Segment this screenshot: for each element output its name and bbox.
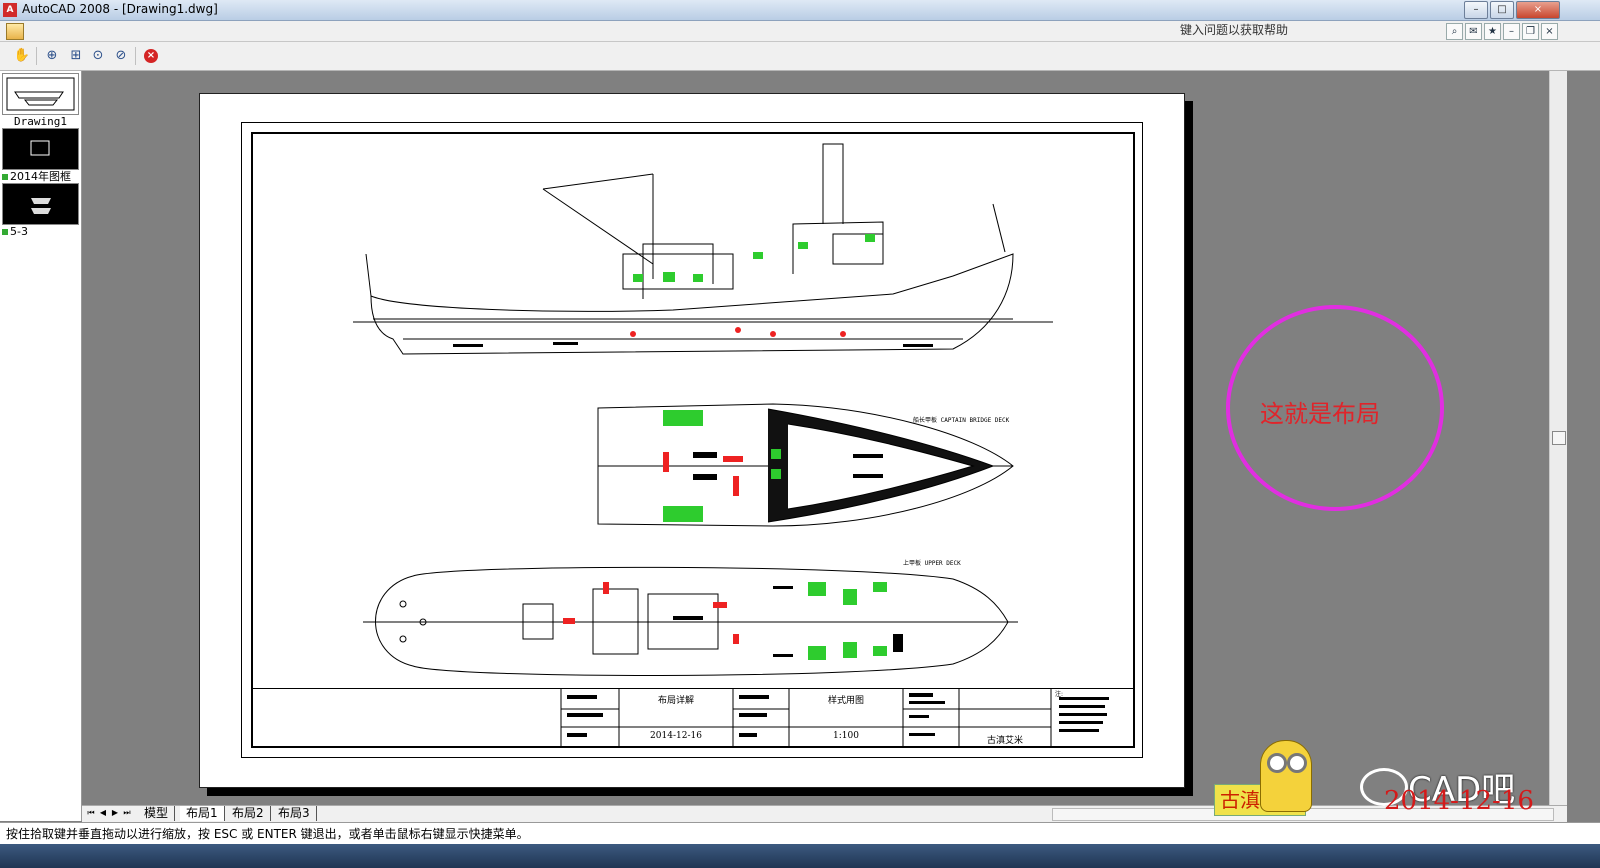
frame-thumbnail-icon	[30, 140, 50, 156]
pan-icon[interactable]: ✋	[12, 46, 32, 66]
toolbar-separator	[36, 47, 37, 65]
thumbnail-5-3[interactable]: 5-3	[2, 183, 79, 238]
minion-mascot-icon	[1260, 740, 1312, 812]
document-icon[interactable]	[6, 23, 24, 40]
title-block-sample-drawing: 样式用图	[827, 696, 864, 706]
doc-minimize-icon[interactable]: –	[1503, 23, 1520, 40]
ship-thumbnail-icon	[31, 198, 51, 214]
zoom-realtime-icon[interactable]: ⊕	[42, 46, 62, 66]
title-block: 布局详解 样式用图 2014-12-16 1:100 古滇艾米 注:	[253, 688, 1133, 747]
title-block-note-header: 注:	[1055, 691, 1064, 698]
toolbar: ✋ ⊕ ⊞ ⊙ ⊘ ×	[0, 42, 1600, 71]
tab-last-icon[interactable]: ⏭	[122, 807, 132, 819]
thumbnail-drawing1[interactable]: Drawing1	[2, 73, 79, 128]
title-block-scale: 1:100	[833, 731, 859, 741]
watermark-logo: 古滇艾米 CAD吧 2014-12-16	[1212, 740, 1542, 820]
doc-restore-icon[interactable]: ❐	[1522, 23, 1539, 40]
layout-paper-sheet[interactable]: 船长甲板 CAPTAIN BRIDGE DECK 上甲板 UPPER DECK …	[199, 93, 1185, 788]
thumbnail-image	[2, 73, 79, 115]
tab-layout3[interactable]: 布局3	[272, 806, 317, 821]
thumbnail-label: 2014年图框	[2, 170, 79, 183]
layout-thumbnails-panel: Drawing1 2014年图框 5-3	[0, 71, 82, 821]
doc-close-icon[interactable]: ×	[1541, 23, 1558, 40]
thumbnail-2014-frame[interactable]: 2014年图框	[2, 128, 79, 183]
maximize-button[interactable]: □	[1490, 1, 1514, 19]
title-bar: A AutoCAD 2008 - [Drawing1.dwg] – □ ×	[0, 0, 1600, 21]
vertical-scroll-thumb[interactable]	[1552, 431, 1566, 445]
layout-status-icon	[2, 174, 8, 180]
title-block-date: 2014-12-16	[650, 731, 702, 741]
communication-center-icon[interactable]: ✉	[1465, 23, 1482, 40]
minimize-button[interactable]: –	[1464, 1, 1488, 19]
thumbnail-image	[2, 183, 79, 225]
help-icons: ⌕ ✉ ★ – ❐ ×	[1444, 23, 1558, 40]
upper-deck-plan	[363, 566, 1018, 676]
tab-model[interactable]: 模型	[138, 806, 176, 821]
layout-status-icon	[2, 229, 8, 235]
zoom-window-icon[interactable]: ⊞	[66, 46, 86, 66]
mascot-eye-icon	[1267, 753, 1287, 773]
vertical-scrollbar[interactable]	[1549, 71, 1567, 805]
windows-taskbar	[0, 844, 1600, 868]
autocad-app-icon[interactable]: A	[3, 3, 17, 17]
search-icon[interactable]: ⌕	[1446, 23, 1463, 40]
toolbar-separator	[135, 47, 136, 65]
title-block-layout-detail: 布局详解	[657, 696, 694, 706]
zoom-extents-icon[interactable]: ⊙	[88, 46, 108, 66]
drawing-frame: 船长甲板 CAPTAIN BRIDGE DECK 上甲板 UPPER DECK …	[251, 132, 1135, 748]
help-search-input[interactable]: 键入问题以获取帮助	[1180, 22, 1460, 39]
command-line[interactable]: 按住拾取键并垂直拖动以进行缩放，按 ESC 或 ENTER 键退出，或者单击鼠标…	[0, 822, 1600, 844]
tab-next-icon[interactable]: ▶	[110, 807, 120, 819]
tab-first-icon[interactable]: ⏮	[86, 807, 96, 819]
close-preview-icon[interactable]: ×	[144, 49, 158, 63]
title-block-author: 古滇艾米	[986, 736, 1023, 746]
tab-layout1[interactable]: 布局1	[180, 806, 225, 821]
ship-thumbnail-icon	[6, 77, 75, 111]
watermark-date: 2014-12-16	[1384, 786, 1534, 816]
window-title: AutoCAD 2008 - [Drawing1.dwg]	[22, 2, 218, 16]
annotation-text: 这就是布局	[1260, 400, 1380, 428]
deck-label-upper: 上甲板 UPPER DECK	[903, 559, 961, 567]
tab-layout2[interactable]: 布局2	[226, 806, 271, 821]
drawing-border: 船长甲板 CAPTAIN BRIDGE DECK 上甲板 UPPER DECK …	[241, 122, 1143, 758]
ship-drawing[interactable]: 船长甲板 CAPTAIN BRIDGE DECK 上甲板 UPPER DECK	[253, 134, 1133, 688]
deck-label-captain-bridge: 船长甲板 CAPTAIN BRIDGE DECK	[913, 416, 1010, 424]
favorites-icon[interactable]: ★	[1484, 23, 1501, 40]
zoom-previous-icon[interactable]: ⊘	[111, 46, 131, 66]
thumbnail-label-text: 5-3	[10, 225, 28, 238]
tab-prev-icon[interactable]: ◀	[98, 807, 108, 819]
mascot-eye-icon	[1287, 753, 1307, 773]
thumbnail-label: Drawing1	[14, 115, 67, 128]
thumbnail-label: 5-3	[2, 225, 79, 238]
thumbnail-image	[2, 128, 79, 170]
ship-profile-view	[353, 143, 1053, 355]
close-button[interactable]: ×	[1516, 1, 1560, 19]
menu-bar: 键入问题以获取帮助 ⌕ ✉ ★ – ❐ ×	[0, 21, 1600, 42]
thumbnail-label-text: 2014年图框	[10, 170, 71, 183]
